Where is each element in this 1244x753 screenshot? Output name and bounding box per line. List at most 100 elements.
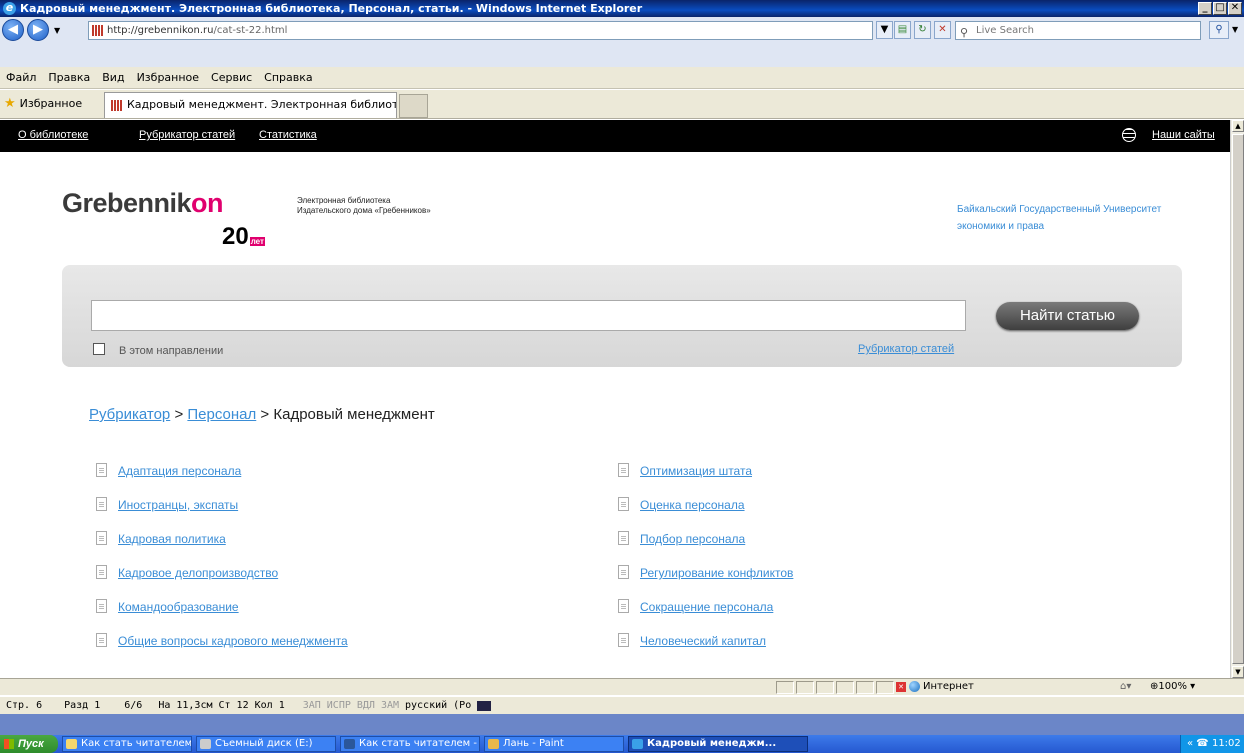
back-arrow-icon[interactable]: ◀ (2, 19, 24, 41)
taskbar-item-label: Лань - Paint (503, 738, 564, 749)
category-link[interactable]: Командообразование (118, 600, 239, 614)
site-nav: О библиотеке Рубрикатор статей Статистик… (0, 120, 1230, 152)
address-input[interactable]: http://grebennikon.ru/cat-st-22.html (88, 21, 873, 40)
browser-tab[interactable]: Кадровый менеджмент. Электронная библиот… (104, 92, 397, 118)
category-link[interactable]: Подбор персонала (640, 532, 745, 546)
category-link[interactable]: Человеческий капитал (640, 634, 766, 648)
anniversary-number: 20 (222, 223, 249, 250)
category-link[interactable]: Иностранцы, экспаты (118, 498, 238, 512)
scroll-up-icon[interactable]: ▲ (1232, 120, 1244, 132)
removable-disk-icon (200, 739, 211, 749)
find-article-button[interactable]: Найти статью (996, 302, 1139, 330)
menu-favorites[interactable]: Избранное (137, 71, 199, 84)
start-button[interactable]: Пуск (0, 735, 58, 753)
new-tab-button[interactable] (399, 94, 428, 118)
protected-mode-icon[interactable]: ⌂▾ (1120, 681, 1131, 692)
document-icon (96, 599, 107, 613)
zone-label: Интернет (923, 681, 974, 692)
rubricator-link[interactable]: Рубрикатор статей (858, 343, 954, 355)
search-go-icon[interactable]: ⚲ (1209, 21, 1229, 39)
document-icon (96, 463, 107, 477)
system-tray: « ☎ 11:02 (1180, 735, 1244, 753)
taskbar-item-label: Кадровый менеджм... (647, 738, 777, 749)
category-link[interactable]: Кадровая политика (118, 532, 226, 546)
ie-icon (632, 739, 643, 749)
category-link[interactable]: Кадровое делопроизводство (118, 566, 278, 580)
menu-bar: Файл Правка Вид Избранное Сервис Справка (0, 67, 1244, 89)
zoom-control[interactable]: ⊕100% ▾ (1150, 681, 1195, 692)
category-link[interactable]: Оценка персонала (640, 498, 745, 512)
internet-zone-icon (909, 681, 920, 692)
direction-checkbox[interactable] (93, 343, 105, 355)
taskbar-item[interactable]: Лань - Paint (484, 736, 624, 752)
breadcrumb-root[interactable]: Рубрикатор (89, 406, 170, 423)
word-icon (344, 739, 355, 749)
status-rec[interactable]: ЗАП (303, 700, 321, 711)
minimize-button[interactable]: _ (1198, 2, 1212, 15)
library-desc-line1: Электронная библиотека (297, 196, 391, 205)
document-icon (618, 565, 629, 579)
menu-file[interactable]: Файл (6, 71, 36, 84)
word-status-bar: Стр. 6 Разд 1 6/6 На 11,3см Ст 12 Кол 1 … (0, 696, 1244, 714)
status-extend[interactable]: ВДЛ (357, 700, 375, 711)
close-button[interactable]: ✕ (1228, 2, 1242, 15)
taskbar-item[interactable]: Съемный диск (E:) (196, 736, 336, 752)
site-logo[interactable]: Grebennikon (62, 188, 224, 219)
status-track[interactable]: ИСПР (327, 700, 351, 711)
taskbar-item[interactable]: Как стать читателем - ... (340, 736, 480, 752)
ie-window: e Кадровый менеджмент. Электронная библи… (0, 0, 1244, 753)
start-label: Пуск (18, 738, 44, 750)
history-dropdown-icon[interactable]: ▼ (54, 26, 60, 35)
category-link[interactable]: Регулирование конфликтов (640, 566, 793, 580)
favorites-button[interactable]: ★ Избранное (4, 96, 82, 111)
taskbar-item[interactable]: Как стать читателем (62, 736, 192, 752)
menu-view[interactable]: Вид (102, 71, 124, 84)
nav-our-sites[interactable]: Наши сайты (1152, 129, 1215, 141)
breadcrumb-current: Кадровый менеджмент (273, 406, 435, 423)
globe-icon (1122, 128, 1136, 142)
university-line1: Байкальский Государственный Университет (957, 204, 1162, 215)
nav-statistics[interactable]: Статистика (259, 129, 317, 141)
forward-arrow-icon[interactable]: ▶ (27, 19, 49, 41)
taskbar-item-label: Съемный диск (E:) (215, 738, 313, 749)
menu-edit[interactable]: Правка (48, 71, 90, 84)
nav-rubricator[interactable]: Рубрикатор статей (139, 129, 235, 141)
anniversary-suffix: лет (249, 237, 265, 246)
window-title: Кадровый менеджмент. Электронная библиот… (20, 2, 643, 15)
network-icon[interactable]: ☎ (1196, 738, 1208, 749)
stop-icon[interactable]: ✕ (934, 21, 951, 39)
address-dropdown-icon[interactable]: ▼ (876, 21, 893, 39)
status-segment (816, 681, 834, 694)
paint-icon (488, 739, 499, 749)
search-input[interactable]: ⚲ Live Search (955, 21, 1201, 40)
nav-about[interactable]: О библиотеке (18, 129, 88, 141)
security-zone[interactable]: ✕ Интернет (896, 681, 974, 692)
maximize-button[interactable]: □ (1213, 2, 1227, 15)
category-link[interactable]: Адаптация персонала (118, 464, 241, 478)
scroll-thumb[interactable] (1232, 134, 1244, 664)
status-overtype[interactable]: ЗАМ (381, 700, 399, 711)
breadcrumb-section[interactable]: Персонал (187, 406, 256, 423)
category-link[interactable]: Сокращение персонала (640, 600, 773, 614)
breadcrumb-separator: > (256, 406, 274, 423)
compat-view-icon[interactable]: ▤ (894, 21, 911, 39)
menu-help[interactable]: Справка (264, 71, 312, 84)
refresh-icon[interactable]: ↻ (914, 21, 931, 39)
status-position: На 11,3см (158, 700, 213, 711)
menu-tools[interactable]: Сервис (211, 71, 252, 84)
breadcrumb-separator: > (170, 406, 188, 423)
scroll-down-icon[interactable]: ▼ (1232, 666, 1244, 678)
search-options-icon[interactable]: ▼ (1232, 25, 1238, 34)
status-column: Кол 1 (254, 700, 285, 711)
spelling-check-icon[interactable] (477, 700, 492, 711)
taskbar: Пуск Как стать читателем Съемный диск (E… (0, 735, 1244, 753)
ie-status-bar: ✕ Интернет ⌂▾ ⊕100% ▾ (0, 678, 1244, 695)
category-link[interactable]: Общие вопросы кадрового менеджмента (118, 634, 348, 648)
article-search-input[interactable] (91, 300, 966, 331)
vertical-scrollbar[interactable]: ▲ ▼ (1230, 120, 1244, 678)
document-background (0, 714, 1244, 735)
document-icon (96, 565, 107, 579)
logo-accent: on (191, 188, 224, 218)
category-link[interactable]: Оптимизация штата (640, 464, 752, 478)
taskbar-item-active[interactable]: Кадровый менеджм... (628, 736, 808, 752)
